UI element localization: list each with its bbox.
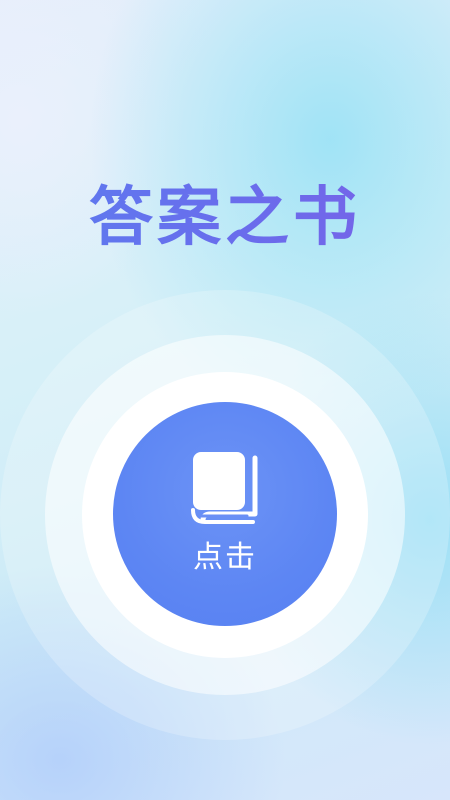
app-screen: 答案之书 点击	[0, 0, 450, 800]
click-button[interactable]: 点击	[113, 402, 337, 626]
app-title: 答案之书	[0, 178, 450, 258]
click-button-label: 点击	[193, 540, 257, 575]
book-icon	[189, 450, 263, 526]
